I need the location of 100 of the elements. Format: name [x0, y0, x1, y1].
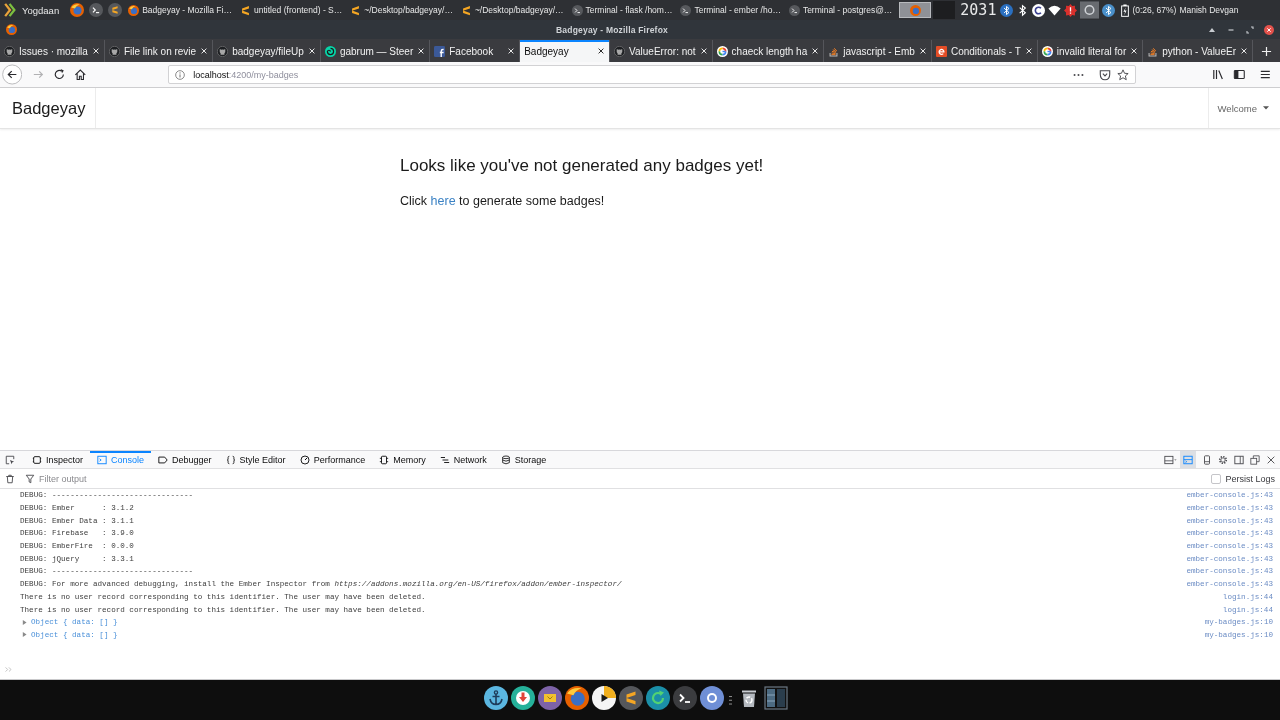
window-thumbnail[interactable]: [899, 2, 932, 18]
devtools-tab[interactable]: Debugger: [151, 451, 219, 468]
chevron-logo-icon[interactable]: [619, 686, 643, 710]
circle-logo-icon: [614, 45, 626, 57]
ring-logo-icon: [1041, 45, 1053, 57]
globe-icon: [128, 4, 140, 16]
devtools-tab[interactable]: Style Editor: [218, 451, 293, 468]
maximize-icon[interactable]: [1245, 24, 1255, 35]
terminal-icon: [680, 4, 692, 16]
devtools-tab[interactable]: Performance: [292, 451, 373, 468]
address-field[interactable]: localhost:4200/my-badges: [168, 65, 1137, 84]
chevron-logo-icon: [239, 4, 251, 16]
console-icon: [97, 454, 108, 465]
user-name[interactable]: Manish Devgan: [1179, 5, 1241, 15]
terminal-icon[interactable]: [673, 686, 697, 710]
generate-link[interactable]: here: [430, 194, 456, 208]
close-icon[interactable]: [918, 47, 927, 55]
menu-icon[interactable]: [1259, 68, 1272, 81]
close-icon[interactable]: [1266, 454, 1276, 465]
chevron-logo-icon: [460, 4, 472, 16]
terminal-icon: [788, 4, 800, 16]
brand-link[interactable]: Badgeyay: [0, 88, 97, 128]
envelope-icon[interactable]: [538, 686, 562, 710]
chevron-logo-icon: [350, 4, 362, 16]
globe-icon[interactable]: [70, 3, 85, 17]
close-icon[interactable]: [597, 47, 606, 55]
ring-icon[interactable]: [1080, 1, 1100, 19]
reload-icon[interactable]: [52, 68, 66, 81]
filter-field[interactable]: Filter output: [39, 470, 1212, 487]
console-icon: [1183, 454, 1193, 465]
play-icon[interactable]: [592, 686, 616, 710]
tag-icon: [158, 454, 169, 465]
user-menu[interactable]: Welcome: [1207, 88, 1280, 128]
app-menu[interactable]: Yogdaan: [22, 4, 60, 16]
circle-logo-icon: [4, 45, 15, 57]
taskbar-task[interactable]: ~/Desktop/badgeyay/…: [456, 0, 568, 20]
caret-icon: [1263, 106, 1269, 110]
settings-icon[interactable]: [1218, 454, 1228, 465]
globe-icon: [909, 4, 921, 16]
prompt-icon: [5, 667, 12, 672]
expand-triangle-icon[interactable]: [22, 619, 27, 625]
windows-icon[interactable]: [764, 686, 788, 710]
devtools-tab[interactable]: Inspector: [25, 451, 91, 468]
taskbar-task[interactable]: ~/Desktop/badgeyay/…: [346, 0, 457, 20]
refresh-icon[interactable]: [646, 686, 670, 710]
info-icon[interactable]: [175, 69, 186, 80]
box-icon: [32, 454, 42, 465]
more-icon[interactable]: [1073, 72, 1085, 77]
circle-logo-icon: [217, 45, 229, 57]
taskbar-task[interactable]: Terminal - flask /hom…: [567, 0, 677, 20]
devtools-tab[interactable]: Console: [90, 451, 152, 468]
bluetooth-icon[interactable]: [1000, 3, 1014, 17]
workspace-switcher[interactable]: [933, 1, 956, 19]
split-console-toggle[interactable]: [1180, 451, 1196, 468]
close-icon[interactable]: [307, 47, 316, 55]
browser-tab[interactable]: Badgeyay: [520, 40, 611, 62]
dock-icon[interactable]: [1164, 454, 1177, 465]
circle-logo-icon: [108, 45, 120, 57]
zigzag-logo-icon[interactable]: [3, 3, 17, 17]
taskbar-task[interactable]: Terminal - ember /ho…: [676, 0, 785, 20]
picker-icon[interactable]: [5, 454, 15, 465]
globe-icon[interactable]: [565, 686, 589, 710]
star-icon[interactable]: [1117, 68, 1130, 81]
close-icon[interactable]: [1264, 24, 1274, 35]
devtools-tab[interactable]: Storage: [493, 451, 554, 468]
anchor-icon[interactable]: [484, 686, 508, 710]
home-icon[interactable]: [73, 68, 87, 81]
alert-icon[interactable]: [1064, 3, 1078, 17]
dots-icon: [729, 695, 732, 706]
window-title: Badgeyay - Mozilla Firefox: [555, 24, 669, 35]
devtools-tab[interactable]: Network: [432, 451, 494, 468]
popout-icon[interactable]: [1250, 454, 1260, 465]
chip-icon: [379, 454, 390, 465]
ring-logo-icon[interactable]: [700, 686, 724, 710]
empty-state-heading: Looks like you've not generated any badges yet!: [400, 156, 765, 176]
trash-icon[interactable]: [5, 473, 15, 484]
sidebar-icon[interactable]: [1232, 68, 1246, 81]
download-icon[interactable]: [511, 686, 535, 710]
phone-icon[interactable]: [1202, 454, 1212, 465]
taskbar-task[interactable]: Terminal - postgres@…: [784, 0, 897, 20]
taskbar-task[interactable]: Badgeyay - Mozilla Fi…: [124, 0, 236, 20]
devtools-tab[interactable]: Memory: [372, 451, 433, 468]
empty-state-message: Click here to generate some badges!: [400, 193, 606, 209]
filter-icon: [25, 473, 35, 484]
wifi-icon[interactable]: [1048, 3, 1062, 17]
persist-logs-label[interactable]: Persist Logs: [1225, 473, 1275, 484]
terminal-icon[interactable]: [89, 3, 104, 17]
persist-logs-checkbox[interactable]: [1211, 473, 1222, 484]
open-ring-icon[interactable]: [1032, 3, 1046, 17]
close-icon[interactable]: [91, 47, 100, 55]
taskbar-task[interactable]: untitled (frontend) - S…: [235, 0, 347, 20]
bluetooth-icon[interactable]: [1102, 3, 1116, 17]
books-icon[interactable]: [1212, 68, 1225, 81]
shield-icon[interactable]: [1099, 68, 1112, 81]
plus-icon[interactable]: [1261, 45, 1272, 57]
battery-icon[interactable]: [1121, 3, 1130, 17]
back-icon[interactable]: [2, 64, 23, 85]
ring-logo-icon: [716, 45, 728, 57]
chevron-logo-icon[interactable]: [108, 3, 123, 17]
expand-triangle-icon[interactable]: [22, 632, 27, 638]
